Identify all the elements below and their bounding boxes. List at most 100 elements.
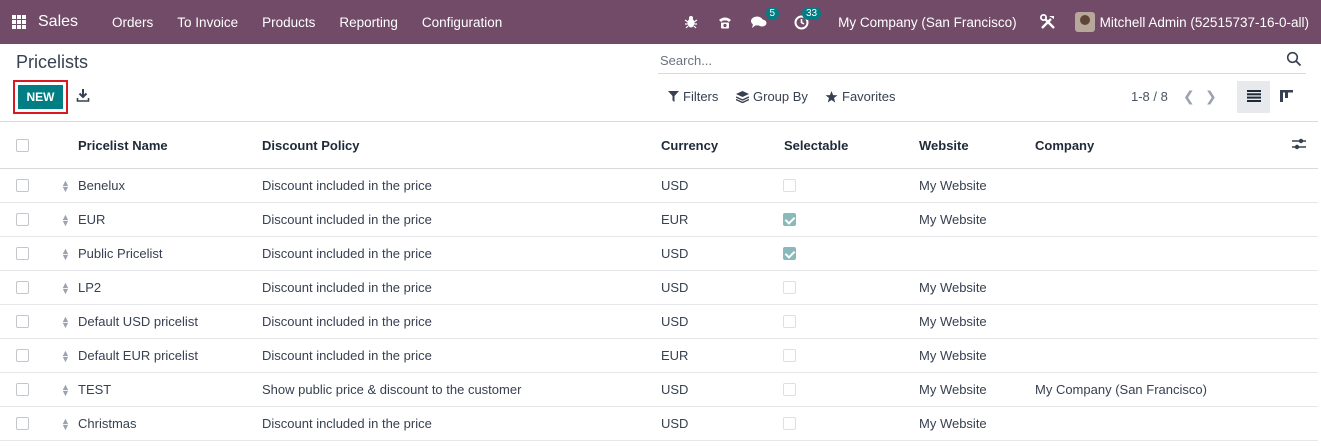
selectable-checkbox (783, 383, 796, 396)
menu-configuration[interactable]: Configuration (410, 15, 514, 30)
table-row[interactable]: ▲ ▼ LP2 Discount included in the price USD My… (0, 271, 1318, 305)
row-select-cell (16, 305, 29, 338)
group-by-button[interactable]: Group By (736, 89, 808, 104)
selectable-checkbox (783, 349, 796, 362)
cell-selectable (783, 237, 796, 270)
column-header-currency[interactable]: Currency (661, 122, 718, 168)
menu-to-invoice[interactable]: To Invoice (165, 15, 250, 30)
select-all-checkbox[interactable] (16, 138, 29, 152)
row-select-cell (16, 407, 29, 440)
table-row[interactable]: ▲ ▼ Christmas Discount included in the pric… (0, 407, 1318, 441)
row-select-cell (16, 339, 29, 372)
selectable-checkbox (783, 179, 796, 192)
pager-previous-icon[interactable]: ❮ (1183, 88, 1195, 105)
table-header-row: Pricelist Name Discount Policy Currency … (0, 122, 1318, 169)
download-icon[interactable] (76, 88, 90, 102)
column-header-selectable[interactable]: Selectable (784, 122, 848, 168)
phone-icon[interactable] (716, 13, 734, 31)
drag-handle-icon[interactable]: ▲ ▼ (61, 169, 70, 202)
cell-discount-policy: Discount included in the price (262, 246, 432, 261)
drag-handle-icon[interactable]: ▲ ▼ (61, 271, 70, 304)
cell-selectable (783, 305, 796, 338)
cell-currency: USD (661, 246, 689, 261)
company-switcher[interactable]: My Company (San Francisco) (838, 15, 1017, 30)
messages-icon[interactable]: 5 (750, 7, 780, 31)
tools-icon[interactable] (1039, 13, 1057, 31)
row-select-cell (16, 169, 29, 202)
row-checkbox[interactable] (16, 281, 29, 294)
search-input[interactable] (660, 50, 1260, 70)
new-button[interactable]: NEW (18, 85, 63, 109)
row-checkbox[interactable] (16, 417, 29, 430)
cell-currency: EUR (661, 348, 689, 363)
row-select-cell (16, 373, 29, 406)
bug-icon[interactable] (682, 13, 700, 31)
activities-clock-icon[interactable]: 33 (792, 7, 822, 31)
drag-handle-icon[interactable]: ▲ ▼ (61, 339, 70, 372)
apps-menu-icon[interactable] (12, 15, 26, 29)
search-bar (658, 46, 1306, 74)
menu-products[interactable]: Products (250, 15, 327, 30)
kanban-view-button[interactable] (1275, 81, 1297, 113)
row-checkbox[interactable] (16, 349, 29, 362)
table-row[interactable]: ▲ ▼ Default USD pricelist Discount included… (0, 305, 1318, 339)
cell-pricelist-name: EUR (78, 212, 106, 227)
table-row[interactable]: ▲ ▼ Public Pricelist Discount included in t… (0, 237, 1318, 271)
list-view-button[interactable] (1237, 81, 1270, 113)
column-header-discount-policy[interactable]: Discount Policy (262, 122, 360, 168)
cell-pricelist-name: Default EUR pricelist (78, 348, 198, 363)
row-checkbox[interactable] (16, 213, 29, 226)
activities-badge: 33 (801, 7, 822, 20)
top-navbar: Sales Orders To Invoice Products Reporti… (0, 0, 1321, 44)
cell-pricelist-name: Public Pricelist (78, 246, 163, 261)
drag-handle-icon[interactable]: ▲ ▼ (61, 237, 70, 270)
cell-discount-policy: Discount included in the price (262, 314, 432, 329)
cell-selectable (783, 271, 796, 304)
cell-discount-policy: Discount included in the price (262, 178, 432, 193)
selectable-checkbox (783, 213, 796, 226)
menu-reporting[interactable]: Reporting (327, 15, 410, 30)
drag-handle-icon[interactable]: ▲ ▼ (61, 305, 70, 338)
optional-columns-icon[interactable] (1292, 138, 1306, 153)
cell-selectable (783, 169, 796, 202)
cell-website: My Website (919, 416, 987, 431)
group-by-label: Group By (753, 89, 808, 104)
cell-website: My Website (919, 348, 987, 363)
table-row[interactable]: ▲ ▼ EUR Discount included in the price EUR My… (0, 203, 1318, 237)
search-icon[interactable] (1286, 51, 1302, 67)
row-select-cell (16, 203, 29, 236)
drag-handle-icon[interactable]: ▲ ▼ (61, 203, 70, 236)
star-icon (825, 90, 838, 103)
cell-website: My Website (919, 212, 987, 227)
cell-currency: EUR (661, 212, 689, 227)
table-body: ▲ ▼ Benelux Discount included in the price U… (0, 169, 1318, 441)
row-checkbox[interactable] (16, 247, 29, 260)
selectable-checkbox (783, 315, 796, 328)
table-row[interactable]: ▲ ▼ Benelux Discount included in the price U… (0, 169, 1318, 203)
user-avatar[interactable] (1074, 12, 1095, 32)
table-row[interactable]: ▲ ▼ TEST Show public price & discount to th… (0, 373, 1318, 407)
column-header-website[interactable]: Website (919, 122, 969, 168)
cell-pricelist-name: LP2 (78, 280, 102, 295)
table-row[interactable]: ▲ ▼ Default EUR pricelist Discount included… (0, 339, 1318, 373)
drag-handle-icon[interactable]: ▲ ▼ (61, 373, 70, 406)
menu-orders[interactable]: Orders (100, 15, 165, 30)
filters-button[interactable]: Filters (668, 89, 718, 104)
row-checkbox[interactable] (16, 383, 29, 396)
drag-handle-icon[interactable]: ▲ ▼ (61, 407, 70, 440)
app-name[interactable]: Sales (38, 13, 78, 31)
cell-selectable (783, 407, 796, 440)
cell-website: My Website (919, 178, 987, 193)
user-menu[interactable]: Mitchell Admin (52515737-16-0-all) (1100, 15, 1309, 30)
column-header-company[interactable]: Company (1035, 122, 1094, 168)
pager-value[interactable]: 1-8 / 8 (1131, 89, 1168, 104)
cell-website: My Website (919, 314, 987, 329)
row-checkbox[interactable] (16, 315, 29, 328)
kanban-icon (1279, 89, 1293, 105)
cell-company: My Company (San Francisco) (1035, 382, 1207, 397)
column-header-name[interactable]: Pricelist Name (78, 122, 168, 168)
pager-next-icon[interactable]: ❯ (1205, 88, 1217, 105)
row-checkbox[interactable] (16, 179, 29, 192)
favorites-button[interactable]: Favorites (825, 89, 895, 104)
cell-website: My Website (919, 280, 987, 295)
